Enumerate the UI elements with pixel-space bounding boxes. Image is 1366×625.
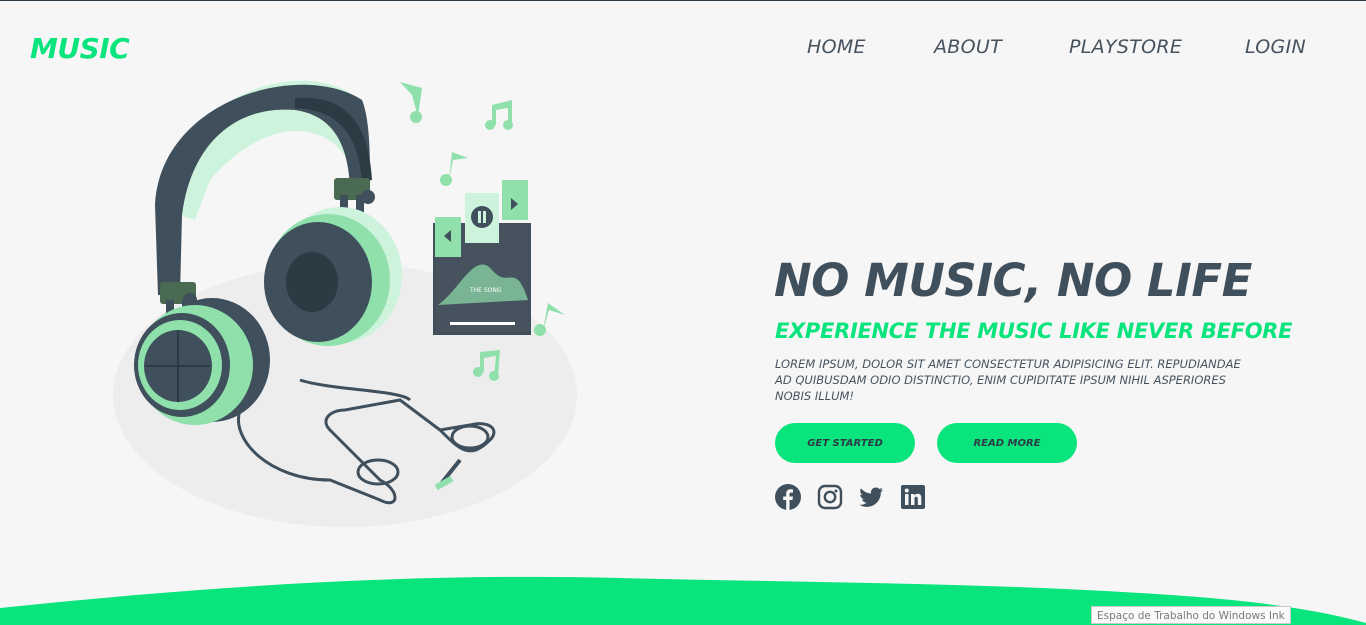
twitter-icon[interactable] bbox=[858, 484, 884, 510]
tooltip: Espaço de Trabalho do Windows Ink bbox=[1091, 606, 1291, 624]
screen-label: THE SONG bbox=[469, 287, 502, 294]
linkedin-icon[interactable] bbox=[900, 484, 926, 510]
get-started-button[interactable]: GET STARTED bbox=[775, 423, 915, 463]
hero-title: NO MUSIC, NO LIFE bbox=[774, 254, 1252, 307]
nav-home[interactable]: HOME bbox=[807, 36, 866, 58]
facebook-icon[interactable] bbox=[775, 484, 801, 510]
headphones-illustration: THE SONG bbox=[113, 80, 577, 527]
instagram-icon[interactable] bbox=[817, 484, 843, 510]
nav-login[interactable]: LOGIN bbox=[1245, 36, 1306, 58]
hero-subtitle: EXPERIENCE THE MUSIC LIKE NEVER BEFORE bbox=[775, 319, 1293, 343]
nav-about[interactable]: ABOUT bbox=[934, 36, 1002, 58]
hero-text: LOREM IPSUM, DOLOR SIT AMET CONSECTETUR … bbox=[775, 357, 1241, 403]
top-border bbox=[0, 0, 1366, 1]
nav-playstore[interactable]: PLAYSTORE bbox=[1069, 36, 1182, 58]
main-nav: HOME ABOUT PLAYSTORE LOGIN bbox=[0, 36, 1366, 60]
read-more-button[interactable]: READ MORE bbox=[937, 423, 1077, 463]
